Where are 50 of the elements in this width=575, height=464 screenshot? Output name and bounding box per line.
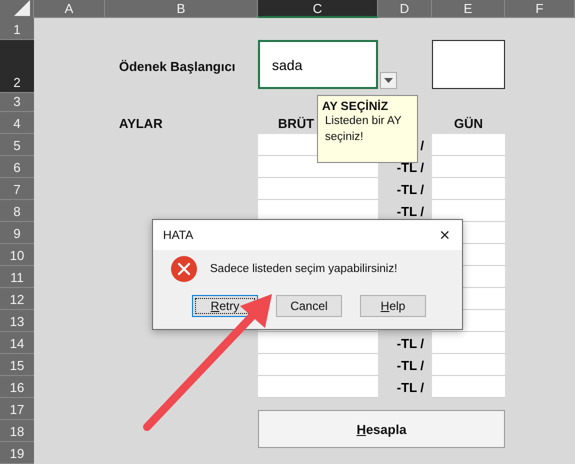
row-header[interactable]: 11	[0, 266, 34, 288]
tooltip-title: AY SEÇİNİZ	[322, 99, 390, 113]
row-header[interactable]: 8	[0, 200, 34, 222]
column-title: BRÜT	[278, 116, 314, 130]
dialog-button[interactable]: Help	[360, 295, 426, 317]
row-header[interactable]: 19	[0, 442, 34, 464]
column-header[interactable]: E	[432, 0, 505, 18]
unit-text: -TL /	[396, 182, 424, 196]
row-header[interactable]: 6	[0, 156, 34, 178]
row-header[interactable]: 18	[0, 420, 34, 442]
column-header[interactable]: B	[105, 0, 258, 18]
row-header[interactable]: 5	[0, 134, 34, 156]
close-button[interactable]: ×	[437, 226, 452, 244]
calculate-button[interactable]: Hesapla	[258, 410, 505, 448]
row-header[interactable]: 15	[0, 354, 34, 376]
row-header[interactable]: 7	[0, 178, 34, 200]
row-header[interactable]: 2	[0, 40, 34, 93]
row-header[interactable]: 13	[0, 310, 34, 332]
start-label: Ödenek Başlangıcı	[118, 58, 236, 76]
row-header[interactable]: 3	[0, 93, 34, 112]
dropdown-button[interactable]	[380, 72, 397, 89]
select-all-corner[interactable]	[0, 0, 34, 18]
column-header[interactable]: A	[34, 0, 105, 18]
unit-text: -TL /	[396, 336, 424, 350]
column-title: GÜN	[454, 116, 483, 130]
row-header[interactable]: 16	[0, 376, 34, 398]
error-icon	[170, 255, 198, 283]
caret-icon	[384, 78, 393, 83]
unit-text: -TL /	[396, 380, 424, 394]
unit-text: -TL /	[396, 358, 424, 372]
start-month-field[interactable]: sada	[258, 40, 378, 89]
unit-text: -TL /	[396, 204, 424, 218]
dialog-title: HATA	[163, 228, 194, 242]
row-header[interactable]: 12	[0, 288, 34, 310]
row-header[interactable]: 17	[0, 398, 34, 420]
row-header[interactable]: 4	[0, 112, 34, 134]
tooltip-text: Listeden bir AY seçiniz!	[324, 114, 402, 145]
dialog-button[interactable]: Cancel	[276, 295, 342, 317]
row-header[interactable]: 14	[0, 332, 34, 354]
column-title: AYLAR	[118, 114, 164, 132]
column-header[interactable]: C	[258, 0, 378, 18]
unit-text: -TL /	[396, 160, 424, 174]
row-header[interactable]: 10	[0, 244, 34, 266]
column-header[interactable]: F	[505, 0, 575, 18]
row-header[interactable]: 1	[0, 18, 34, 40]
column-header[interactable]: D	[378, 0, 432, 18]
result-field[interactable]	[432, 40, 505, 89]
error-message: Sadece listeden seçim yapabilirsiniz!	[210, 263, 398, 275]
unit-text: /	[419, 138, 424, 152]
row-header[interactable]: 9	[0, 222, 34, 244]
